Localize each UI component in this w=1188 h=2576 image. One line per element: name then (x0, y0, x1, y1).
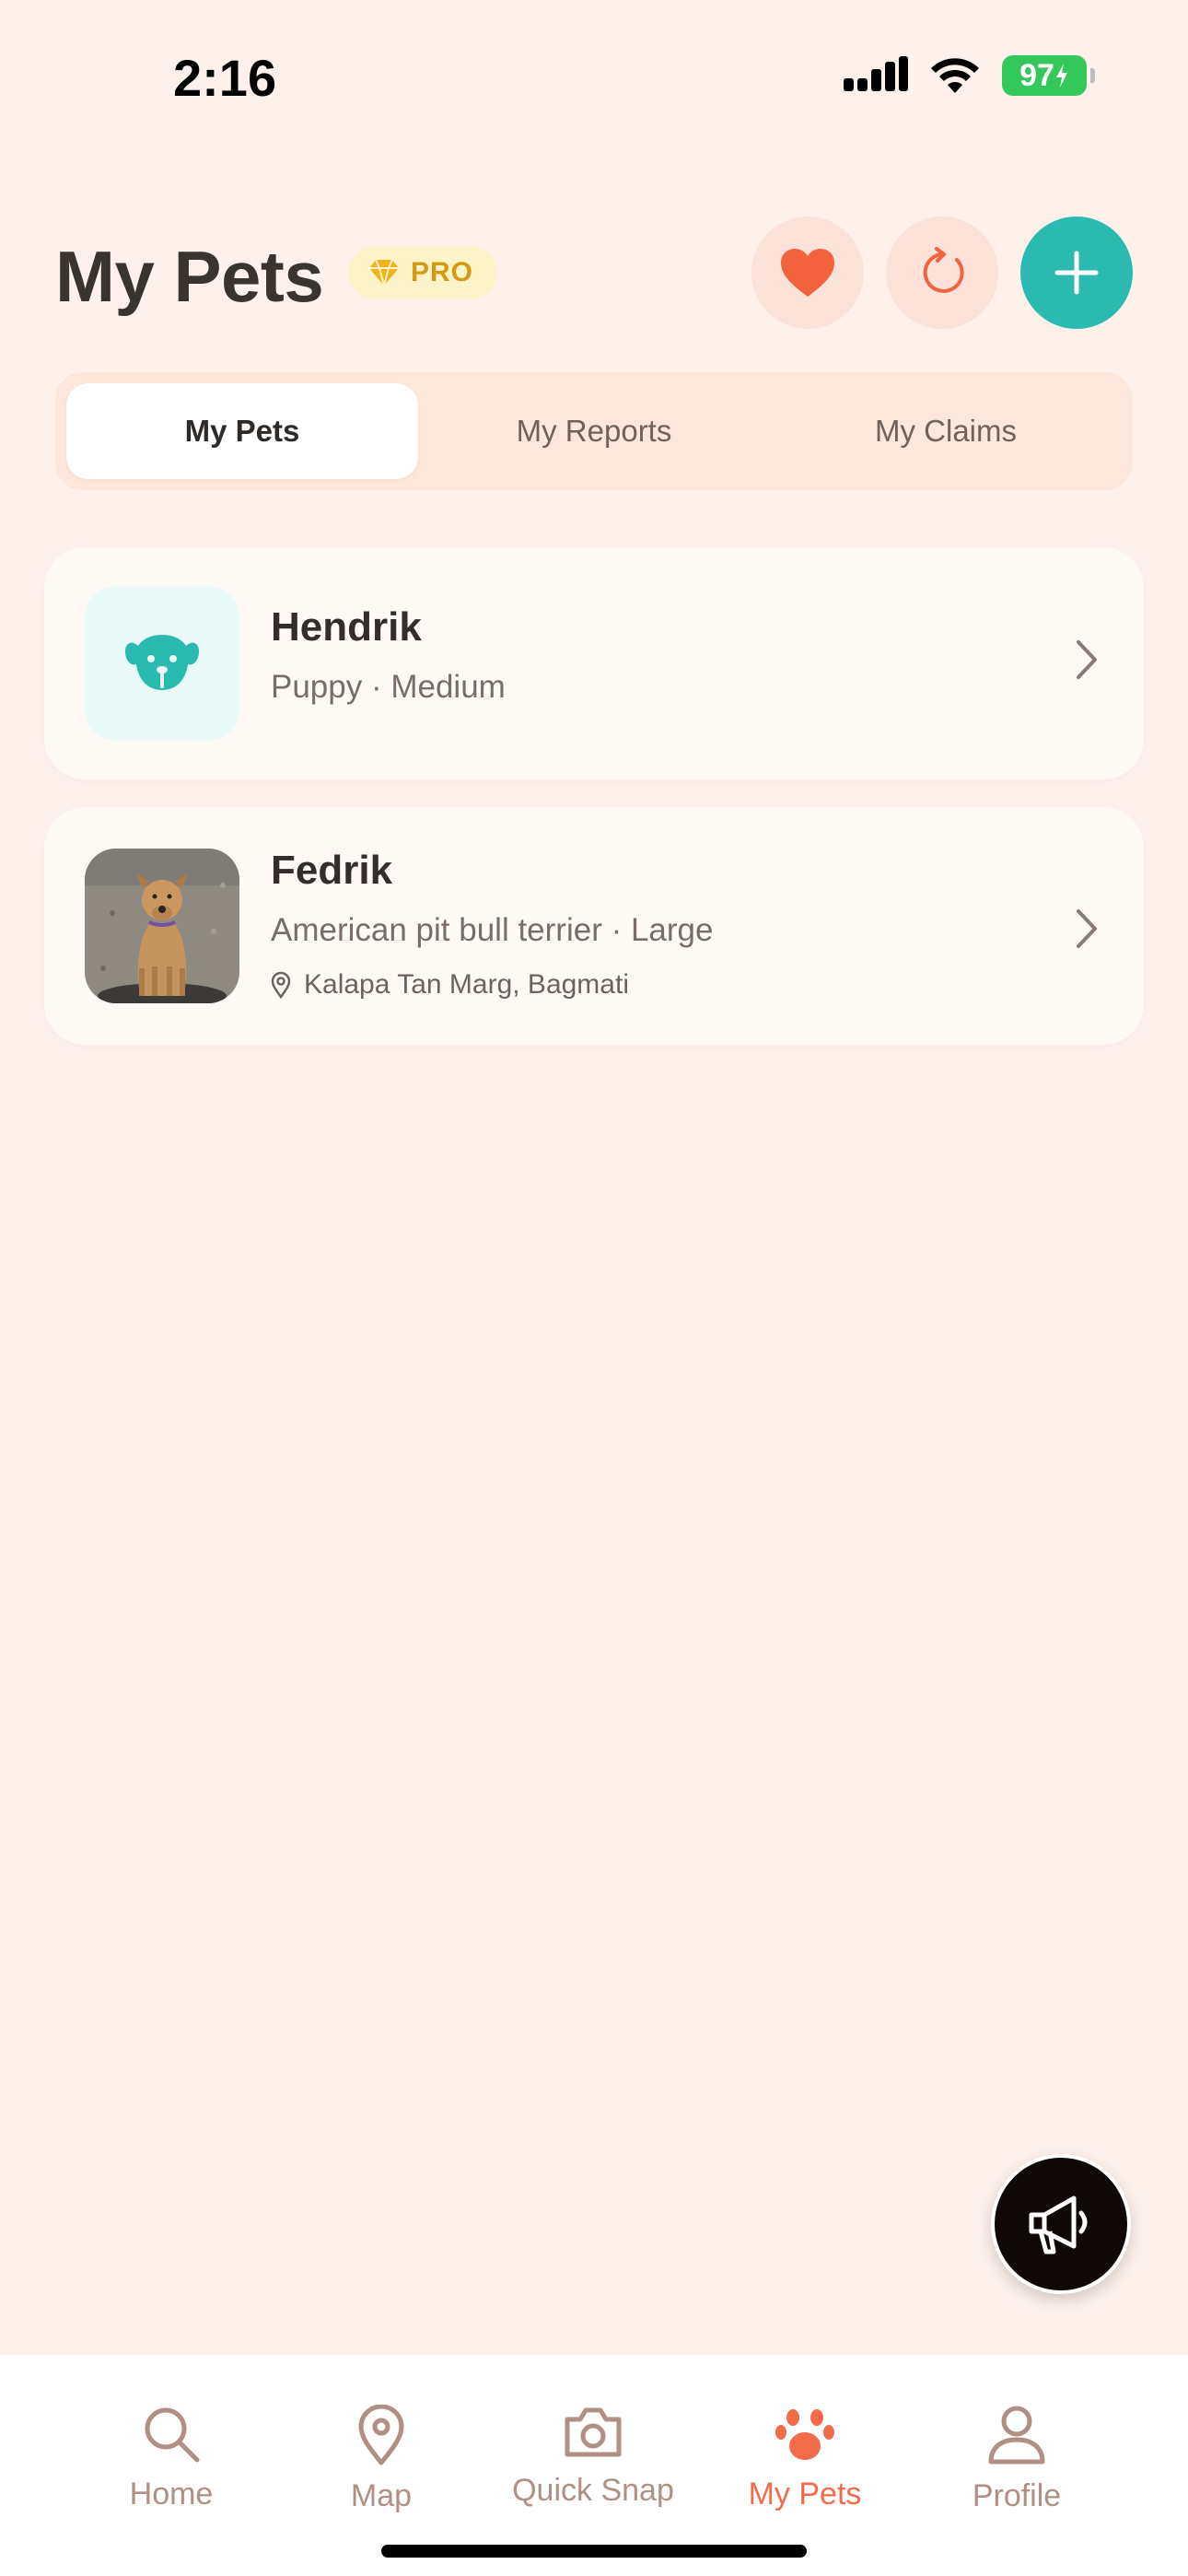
status-bar: 2:16 97 (0, 0, 1188, 157)
pro-badge-label: PRO (411, 257, 474, 287)
nav-my-pets[interactable]: My Pets (713, 2405, 897, 2512)
nav-home[interactable]: Home (79, 2405, 263, 2512)
nav-label: Quick Snap (512, 2473, 674, 2508)
paw-icon (775, 2409, 834, 2460)
screen: 2:16 97 My Pets PRO My Pets My Reports M… (0, 0, 1188, 2576)
nav-label: My Pets (748, 2476, 862, 2512)
person-icon (988, 2406, 1045, 2465)
header-actions (751, 217, 1133, 329)
pet-thumbnail (85, 586, 239, 741)
charging-bolt-icon (1055, 64, 1067, 88)
battery-indicator: 97 (1002, 55, 1095, 96)
refresh-icon (923, 247, 964, 293)
pet-card-hendrik[interactable]: Hendrik Puppy · Medium (44, 547, 1144, 779)
camera-icon (565, 2407, 622, 2457)
nav-label: Home (129, 2476, 214, 2512)
wifi-icon (931, 58, 979, 93)
cellular-signal-icon (844, 56, 908, 91)
map-pin-icon (358, 2405, 404, 2465)
nav-quick-snap[interactable]: Quick Snap (501, 2405, 685, 2509)
pet-meta: Puppy · Medium (271, 669, 506, 705)
chevron-right-icon (1077, 909, 1097, 948)
announcement-button[interactable] (991, 2154, 1131, 2294)
plus-icon (1054, 251, 1099, 295)
pet-name: Fedrik (271, 848, 393, 893)
status-icons: 97 (844, 55, 1095, 96)
map-pin-icon (271, 971, 291, 999)
favorites-button[interactable] (751, 217, 864, 329)
pet-meta: American pit bull terrier · Large (271, 912, 714, 948)
pet-location-text: Kalapa Tan Marg, Bagmati (304, 969, 629, 1000)
add-pet-button[interactable] (1020, 217, 1133, 329)
home-indicator[interactable] (381, 2545, 807, 2558)
megaphone-icon (1029, 2195, 1088, 2254)
search-icon (145, 2407, 200, 2463)
page-title: My Pets (55, 236, 324, 317)
pro-badge[interactable]: PRO (348, 246, 498, 299)
nav-label: Profile (972, 2478, 1062, 2513)
segmented-tabs: My Pets My Reports My Claims (55, 372, 1133, 490)
battery-level: 97 (1019, 57, 1054, 93)
pet-card-fedrik[interactable]: Fedrik American pit bull terrier · Large… (44, 807, 1144, 1045)
nav-map[interactable]: Map (289, 2405, 473, 2514)
pet-location: Kalapa Tan Marg, Bagmati (271, 969, 629, 1001)
nav-profile[interactable]: Profile (925, 2405, 1109, 2514)
diamond-icon (369, 259, 399, 287)
nav-label: Map (350, 2478, 413, 2513)
heart-icon (781, 249, 834, 297)
tab-my-claims[interactable]: My Claims (770, 383, 1122, 479)
chevron-right-icon (1077, 640, 1097, 679)
dog-face-icon (125, 635, 199, 690)
status-time: 2:16 (173, 49, 277, 107)
tab-my-reports[interactable]: My Reports (418, 383, 770, 479)
tab-my-pets[interactable]: My Pets (66, 383, 418, 479)
refresh-button[interactable] (886, 217, 998, 329)
pet-photo (85, 849, 239, 1003)
pet-name: Hendrik (271, 604, 422, 650)
dog-photo-image (85, 849, 239, 1003)
bottom-nav: Home Map Quick Snap My Pets Profile (0, 2355, 1188, 2576)
header: My Pets PRO (55, 217, 1133, 332)
